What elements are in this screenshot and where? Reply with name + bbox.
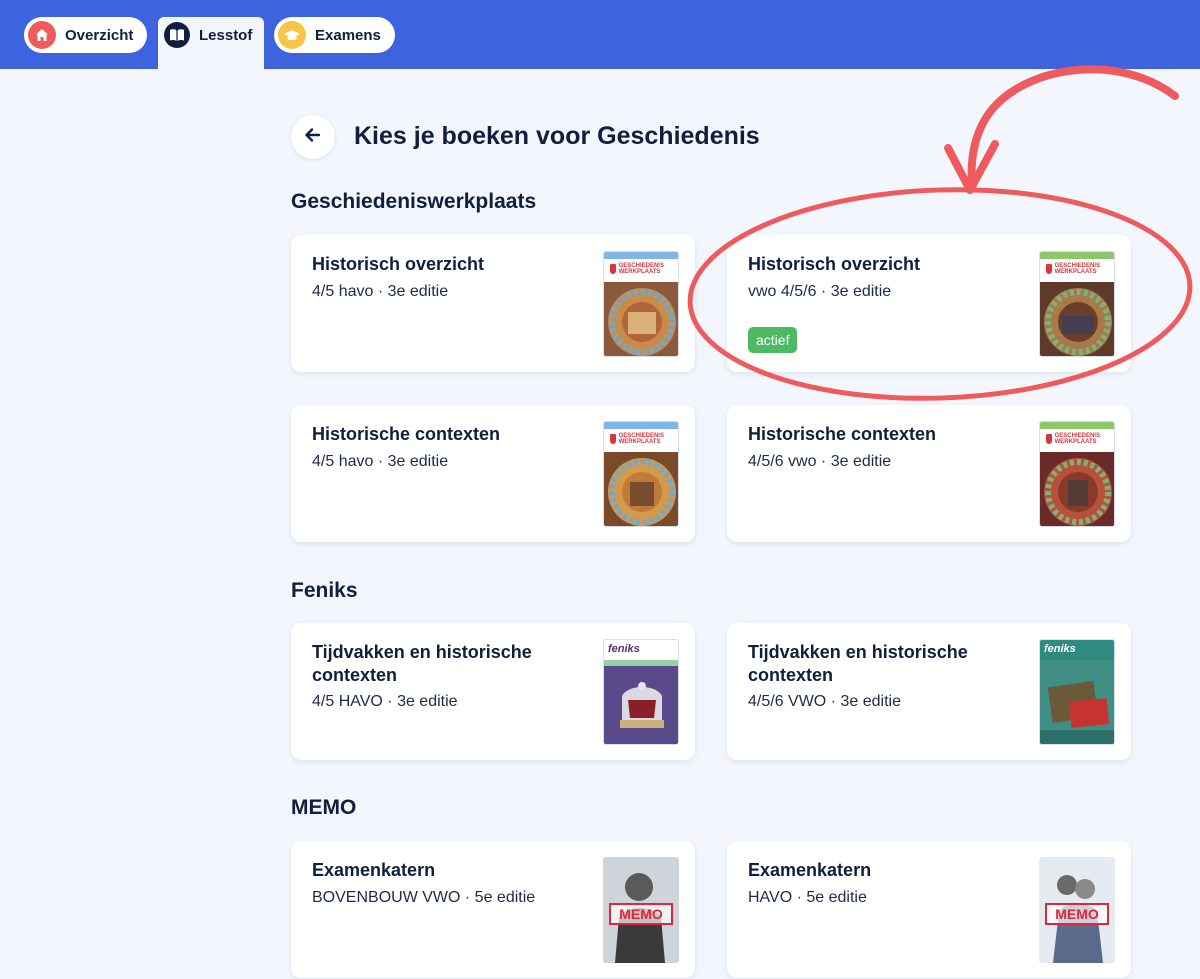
book-card[interactable]: Tijdvakken en historische contexten 4/5/… bbox=[727, 623, 1131, 760]
book-card[interactable]: Historische contexten 4/5 havo · 3e edit… bbox=[291, 405, 695, 542]
cover-brand: GESCHIEDENIS WERKPLAATS bbox=[1054, 263, 1100, 275]
book-title: Tijdvakken en historische contexten bbox=[748, 642, 968, 685]
book-subtitle: 4/5 havo · 3e editie bbox=[312, 453, 449, 470]
book-cover: MEMO bbox=[603, 857, 679, 963]
book-cover: GESCHIEDENIS WERKPLAATS bbox=[1039, 251, 1115, 357]
book-subtitle: HAVO · 5e editie bbox=[748, 889, 867, 906]
book-subtitle: 4/5 havo · 3e editie bbox=[312, 283, 449, 300]
cover-brand: GESCHIEDENIS WERKPLAATS bbox=[618, 433, 664, 445]
top-navigation-bar: Overzicht Lesstof Examens bbox=[0, 0, 1200, 69]
book-subtitle: 4/5/6 vwo · 3e editie bbox=[748, 453, 892, 470]
cover-art-crown bbox=[604, 660, 678, 744]
tab-overzicht[interactable]: Overzicht bbox=[24, 17, 148, 53]
cover-art-clock bbox=[604, 282, 678, 356]
cover-art-clock bbox=[1040, 282, 1114, 356]
home-icon bbox=[28, 21, 56, 49]
tab-overzicht-label: Overzicht bbox=[65, 26, 134, 44]
book-cover: MEMO bbox=[1039, 857, 1115, 963]
book-title: Historisch overzicht bbox=[748, 254, 921, 274]
cover-brand: GESCHIEDENIS WERKPLAATS bbox=[618, 263, 664, 275]
book-cover: GESCHIEDENIS WERKPLAATS bbox=[603, 421, 679, 527]
book-card[interactable]: Historisch overzicht 4/5 havo · 3e editi… bbox=[291, 235, 695, 372]
section-title-feniks: Feniks bbox=[291, 579, 358, 602]
book-title: Historische contexten bbox=[312, 424, 501, 444]
book-subtitle: BOVENBOUW VWO · 5e editie bbox=[312, 889, 536, 906]
status-badge: actief bbox=[748, 327, 798, 353]
tab-examens[interactable]: Examens bbox=[274, 17, 395, 53]
book-cover: feniks bbox=[603, 639, 679, 745]
tab-lesstof[interactable]: Lesstof bbox=[158, 17, 264, 69]
book-cover: GESCHIEDENIS WERKPLAATS bbox=[1039, 421, 1115, 527]
cover-brand: MEMO bbox=[609, 903, 673, 925]
book-card[interactable]: Tijdvakken en historische contexten 4/5 … bbox=[291, 623, 695, 760]
cover-brand: GESCHIEDENIS WERKPLAATS bbox=[1054, 433, 1100, 445]
cover-art-clock bbox=[1040, 452, 1114, 526]
cover-brand: feniks bbox=[608, 643, 640, 655]
cover-art-clock bbox=[604, 452, 678, 526]
book-title: Historische contexten bbox=[748, 424, 937, 444]
book-card-active[interactable]: Historisch overzicht vwo 4/5/6 · 3e edit… bbox=[727, 235, 1131, 372]
cover-brand: MEMO bbox=[1045, 903, 1109, 925]
tab-examens-label: Examens bbox=[315, 26, 381, 44]
book-subtitle: vwo 4/5/6 · 3e editie bbox=[748, 283, 892, 300]
tab-lesstof-label: Lesstof bbox=[199, 27, 253, 44]
book-card[interactable]: Examenkatern HAVO · 5e editie MEMO bbox=[727, 841, 1131, 978]
graduation-cap-icon bbox=[278, 21, 306, 49]
book-subtitle: 4/5/6 VWO · 3e editie bbox=[748, 693, 901, 710]
cover-art-books bbox=[1040, 660, 1114, 744]
back-button[interactable] bbox=[291, 115, 335, 159]
book-title: Examenkatern bbox=[748, 860, 872, 880]
page-title: Kies je boeken voor Geschiedenis bbox=[354, 122, 760, 150]
book-title: Historisch overzicht bbox=[312, 254, 485, 274]
section-title-memo: MEMO bbox=[291, 796, 357, 819]
book-subtitle: 4/5 HAVO · 3e editie bbox=[312, 693, 458, 710]
annotation-arrow bbox=[944, 65, 1179, 194]
book-title: Tijdvakken en historische contexten bbox=[312, 642, 532, 685]
section-title-geschiedeniswerkplaats: Geschiedeniswerkplaats bbox=[291, 190, 537, 213]
arrow-left-icon bbox=[303, 125, 323, 150]
book-card[interactable]: Historische contexten 4/5/6 vwo · 3e edi… bbox=[727, 405, 1131, 542]
book-cover: GESCHIEDENIS WERKPLAATS bbox=[603, 251, 679, 357]
book-icon bbox=[164, 22, 190, 48]
cover-brand: feniks bbox=[1040, 640, 1114, 660]
book-title: Examenkatern bbox=[312, 860, 436, 880]
book-cover: feniks bbox=[1039, 639, 1115, 745]
book-card[interactable]: Examenkatern BOVENBOUW VWO · 5e editie M… bbox=[291, 841, 695, 978]
